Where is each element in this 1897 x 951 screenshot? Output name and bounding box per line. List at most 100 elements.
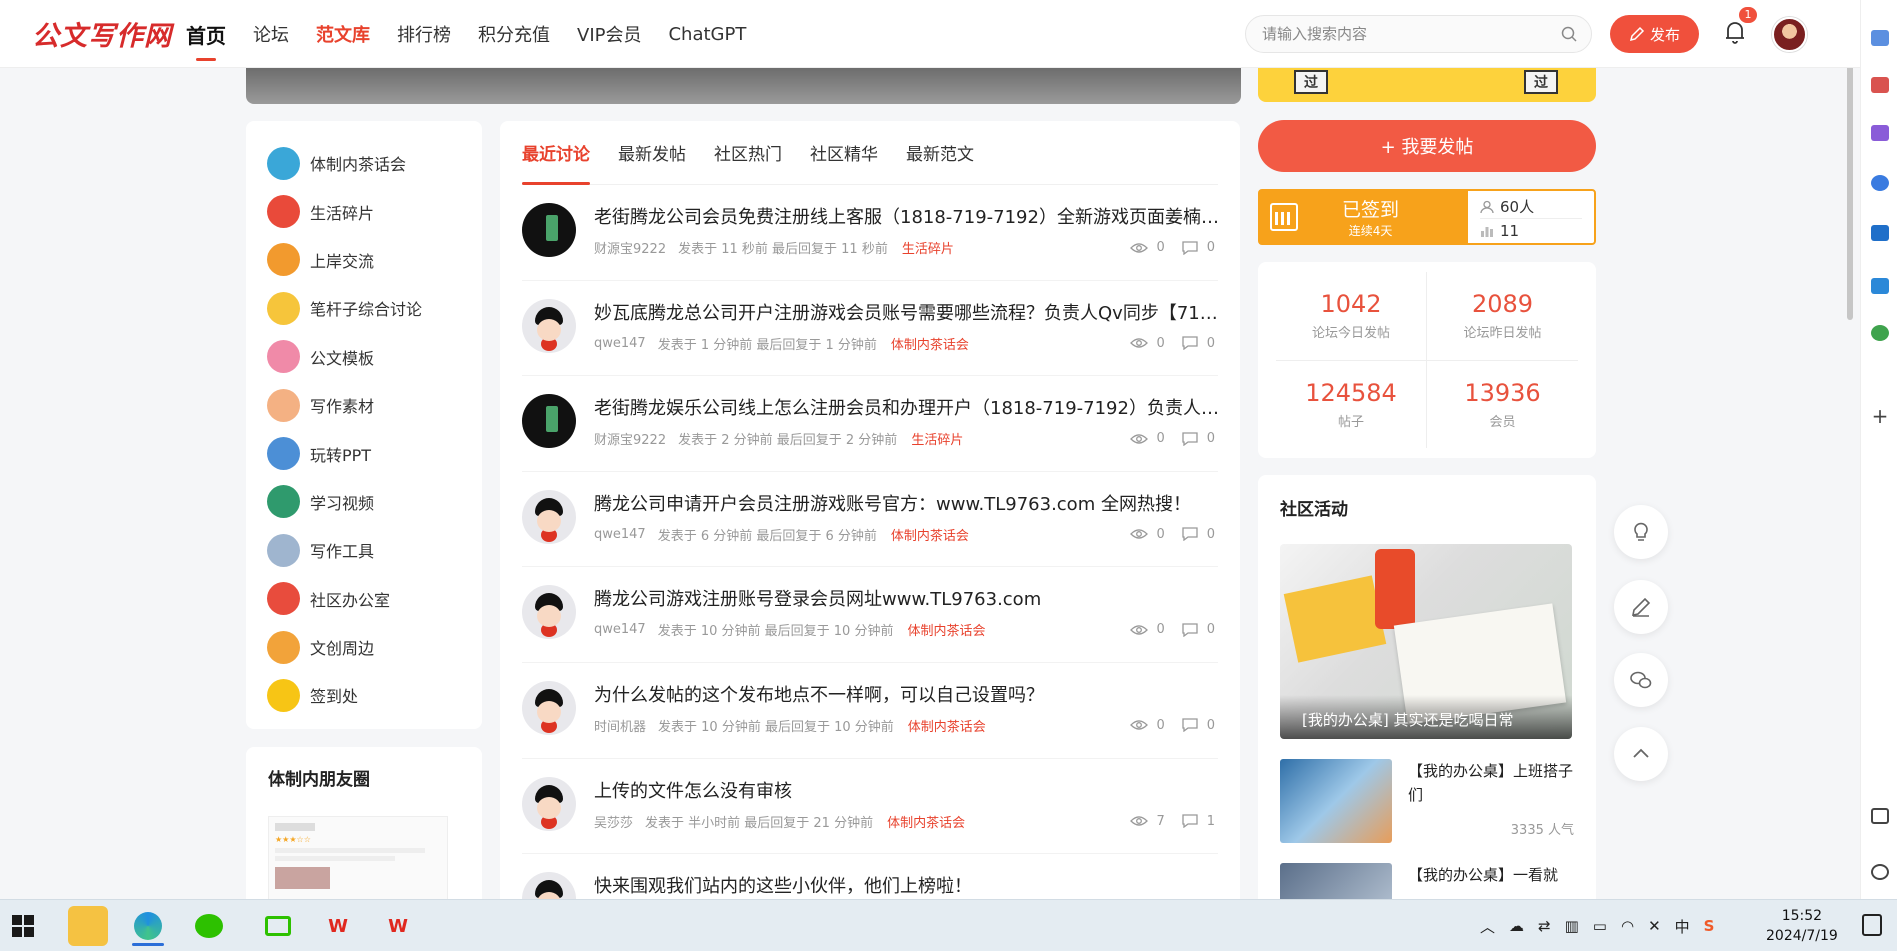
nav-templates[interactable]: 范文库 <box>316 21 370 47</box>
nav-chatgpt[interactable]: ChatGPT <box>668 24 746 45</box>
wps-icon[interactable]: W <box>378 906 418 946</box>
tab-recent-discussion[interactable]: 最近讨论 <box>522 140 590 185</box>
post-category-tag[interactable]: 体制内茶话会 <box>907 620 985 639</box>
wechat-app-icon[interactable] <box>189 906 229 946</box>
user-avatar[interactable] <box>1772 17 1807 52</box>
post-category-tag[interactable]: 体制内茶话会 <box>908 716 986 735</box>
post-category-tag[interactable]: 生活碎片 <box>911 429 963 448</box>
publish-button[interactable]: 发布 <box>1610 15 1699 53</box>
nav-ranking[interactable]: 排行榜 <box>397 21 451 47</box>
send-icon[interactable] <box>1871 278 1889 294</box>
category-item[interactable]: 文创周边 <box>246 623 482 671</box>
category-item[interactable]: 写作工具 <box>246 526 482 574</box>
post-title[interactable]: 腾龙公司游戏注册账号登录会员网址www.TL9763.com <box>594 585 1219 611</box>
tab-latest-posts[interactable]: 最新发帖 <box>618 140 686 165</box>
category-item[interactable]: 上岸交流 <box>246 236 482 284</box>
activity-item[interactable]: 【我的办公桌】上班搭子们 3335 人气 <box>1280 759 1574 843</box>
wps-icon[interactable]: W <box>318 906 358 946</box>
site-logo[interactable]: 公文写作网 <box>32 14 172 53</box>
post-author[interactable]: 吴莎莎 <box>594 812 633 831</box>
screenshot-icon[interactable] <box>1871 808 1889 824</box>
bell-icon[interactable] <box>1724 20 1746 44</box>
checkin-button[interactable]: 已签到 连续4天 <box>1260 191 1468 243</box>
post-title[interactable]: 快来围观我们站内的这些小伙伴，他们上榜啦！ <box>594 872 1219 898</box>
post-title[interactable]: 腾龙公司申请开户会员注册游戏账号官方：www.TL9763.com 全网热搜！ <box>594 490 1219 516</box>
sogou-icon[interactable]: S <box>1704 917 1715 935</box>
activity-featured-image[interactable]: [我的办公桌] 其实还是吃喝日常 <box>1280 544 1572 739</box>
friends-circle-preview[interactable]: ★★★☆☆ <box>268 816 448 906</box>
post-row[interactable]: 老街腾龙公司会员免费注册线上客服（1818-719-7192）全新游戏页面姜楠办… <box>522 185 1219 281</box>
post-title[interactable]: 为什么发帖的这个发布地点不一样啊，可以自己设置吗？ <box>594 681 1219 707</box>
promo-banner[interactable]: 过 过 <box>1258 68 1596 102</box>
windows-start-icon[interactable] <box>12 915 34 937</box>
page-scrollbar[interactable] <box>1845 60 1855 900</box>
add-icon[interactable]: + <box>1871 406 1889 426</box>
battery-icon[interactable]: ▭ <box>1593 917 1607 935</box>
screen-app-icon[interactable] <box>258 906 298 946</box>
wechat-button[interactable] <box>1614 653 1668 707</box>
back-to-top-button[interactable] <box>1614 727 1668 781</box>
post-category-tag[interactable]: 体制内茶话会 <box>887 812 965 831</box>
post-title[interactable]: 妙瓦底腾龙总公司开户注册游戏会员账号需要哪些流程？负责人Qv同步【714... <box>594 299 1219 325</box>
activity-thumbnail[interactable] <box>1280 759 1392 843</box>
lightbulb-button[interactable] <box>1614 505 1668 559</box>
edit-button[interactable] <box>1614 580 1668 634</box>
nav-forum[interactable]: 论坛 <box>253 21 289 47</box>
post-title[interactable]: 上传的文件怎么没有审核 <box>594 777 1219 803</box>
post-category-tag[interactable]: 体制内茶话会 <box>891 525 969 544</box>
author-avatar[interactable] <box>522 680 576 735</box>
volume-muted-icon[interactable]: ✕ <box>1648 917 1661 935</box>
banner-carousel[interactable] <box>246 68 1241 104</box>
author-avatar[interactable] <box>522 585 576 640</box>
post-title[interactable]: 老街腾龙公司会员免费注册线上客服（1818-719-7192）全新游戏页面姜楠办… <box>594 203 1219 229</box>
wifi-icon[interactable]: ◠ <box>1621 917 1634 935</box>
activity-item-title[interactable]: 【我的办公桌】一看就 <box>1408 863 1574 887</box>
notification-center-icon[interactable] <box>1862 914 1882 936</box>
chevron-up-icon[interactable]: ︿ <box>1480 916 1495 937</box>
category-item[interactable]: 体制内茶话会 <box>246 139 482 187</box>
category-item[interactable]: 玩转PPT <box>246 429 482 477</box>
author-avatar[interactable] <box>522 489 576 544</box>
activity-item-title[interactable]: 【我的办公桌】上班搭子们 <box>1408 759 1574 807</box>
tab-featured[interactable]: 社区精华 <box>810 140 878 165</box>
post-row[interactable]: 上传的文件怎么没有审核 吴莎莎 发表于 半小时前 最后回复于 21 分钟前 体制内茶话… <box>522 759 1218 855</box>
post-row[interactable]: 老街腾龙娱乐公司线上怎么注册会员和办理开户（1818-719-7192）负责人姜… <box>522 376 1219 472</box>
category-item[interactable]: 写作素材 <box>246 381 482 429</box>
nav-points-recharge[interactable]: 积分充值 <box>478 21 550 47</box>
system-clock[interactable]: 15:52 2024/7/19 <box>1766 906 1838 946</box>
author-avatar[interactable] <box>522 394 576 449</box>
transfer-icon[interactable]: ⇄ <box>1538 917 1551 935</box>
file-explorer-icon[interactable] <box>68 906 108 946</box>
games-icon[interactable] <box>1871 125 1889 141</box>
author-avatar[interactable] <box>522 298 576 353</box>
tab-hot[interactable]: 社区热门 <box>714 140 782 165</box>
post-category-tag[interactable]: 生活碎片 <box>902 238 954 257</box>
ime-indicator[interactable]: 中 <box>1675 916 1690 937</box>
post-author[interactable]: 时间机器 <box>594 716 646 735</box>
post-author[interactable]: qwe147 <box>594 336 646 351</box>
settings-icon[interactable] <box>1871 864 1889 880</box>
author-avatar[interactable] <box>522 203 576 257</box>
category-item[interactable]: 公文模板 <box>246 333 482 381</box>
category-item[interactable]: 社区办公室 <box>246 575 482 623</box>
post-author[interactable]: qwe147 <box>594 527 646 542</box>
tab-latest-articles[interactable]: 最新范文 <box>906 140 974 165</box>
search-icon[interactable] <box>1561 26 1577 42</box>
copilot-icon[interactable] <box>1871 175 1889 191</box>
outlook-icon[interactable] <box>1871 225 1889 241</box>
category-item[interactable]: 签到处 <box>246 671 482 719</box>
post-row[interactable]: 为什么发帖的这个发布地点不一样啊，可以自己设置吗？ 时间机器 发表于 10 分钟前 … <box>522 663 1218 759</box>
search-input[interactable] <box>1246 16 1536 52</box>
cloud-icon[interactable]: ☁ <box>1509 917 1524 935</box>
post-author[interactable]: qwe147 <box>594 622 646 637</box>
post-author[interactable]: 财源宝9222 <box>594 429 666 448</box>
edge-browser-icon[interactable] <box>128 906 168 946</box>
post-title[interactable]: 老街腾龙娱乐公司线上怎么注册会员和办理开户（1818-719-7192）负责人姜… <box>594 394 1219 420</box>
category-item[interactable]: 笔杆子综合讨论 <box>246 284 482 332</box>
post-row[interactable]: 腾龙公司申请开户会员注册游戏账号官方：www.TL9763.com 全网热搜！ q… <box>522 472 1218 568</box>
tree-icon[interactable] <box>1871 325 1889 341</box>
nav-vip[interactable]: VIP会员 <box>577 21 641 47</box>
scrollbar-thumb[interactable] <box>1847 65 1853 320</box>
post-author[interactable]: 财源宝9222 <box>594 238 666 257</box>
post-row[interactable]: 妙瓦底腾龙总公司开户注册游戏会员账号需要哪些流程？负责人Qv同步【714... q… <box>522 281 1219 377</box>
